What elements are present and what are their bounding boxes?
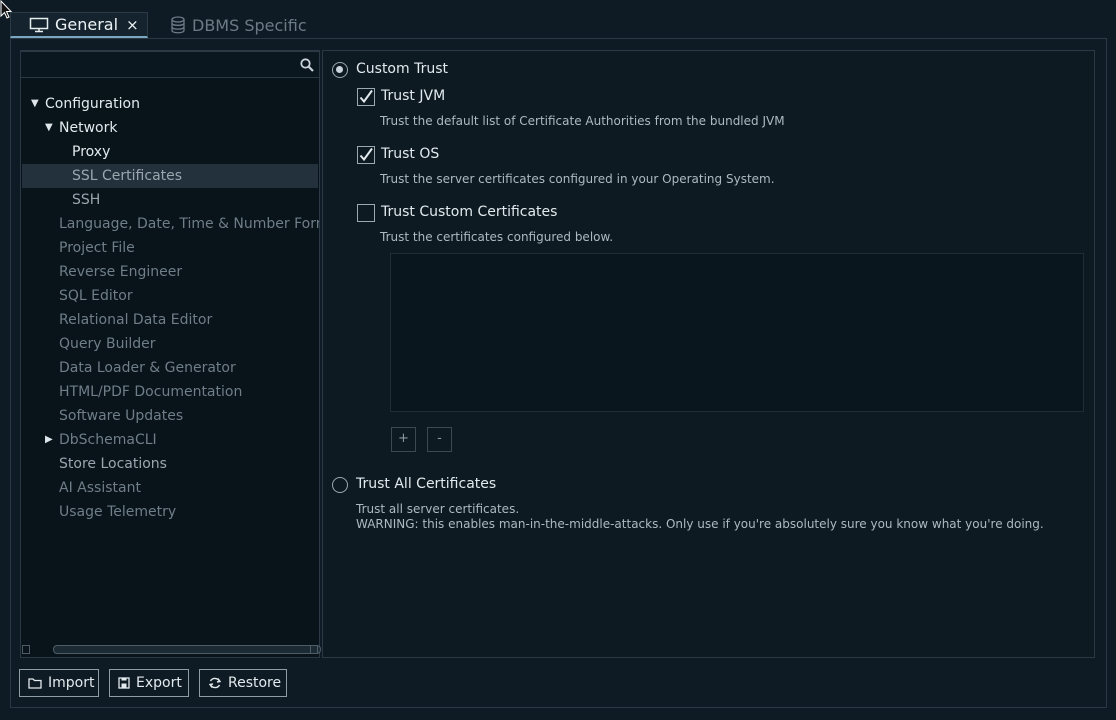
trust-all-warning: WARNING: this enables man-in-the-middle-… [356, 517, 1044, 531]
tree-item-configuration[interactable]: Configuration [45, 92, 140, 116]
expand-triangle-icon[interactable]: ▼ [45, 122, 53, 133]
checkmark-icon [359, 89, 373, 104]
trust-jvm-label: Trust JVM [381, 88, 446, 104]
trust-all-label: Trust All Certificates [356, 476, 497, 492]
database-icon [171, 16, 185, 34]
monitor-icon [29, 17, 49, 32]
trust-jvm-checkbox[interactable] [357, 88, 375, 106]
tree-item-language[interactable]: Language, Date, Time & Number Formats [59, 212, 319, 236]
import-button[interactable]: Import [19, 669, 99, 697]
restore-label: Restore [228, 675, 282, 691]
tree-item-sql-editor[interactable]: SQL Editor [59, 284, 133, 308]
tree-item-software-updates[interactable]: Software Updates [59, 404, 183, 428]
add-certificate-button[interactable]: + [391, 427, 416, 452]
custom-trust-label: Custom Trust [356, 61, 448, 77]
search-input[interactable] [20, 51, 320, 78]
collapse-triangle-icon[interactable]: ▶ [45, 434, 53, 445]
folder-icon [28, 678, 42, 689]
trust-custom-description: Trust the certificates configured below. [380, 230, 614, 244]
tree-item-query-builder[interactable]: Query Builder [59, 332, 156, 356]
tab-general[interactable]: General × [10, 12, 148, 38]
custom-certificates-list[interactable] [390, 253, 1084, 412]
tree-item-reverse-engineer[interactable]: Reverse Engineer [59, 260, 182, 284]
trust-jvm-description: Trust the default list of Certificate Au… [380, 114, 785, 128]
tree-item-ssh[interactable]: SSH [72, 188, 100, 212]
tab-dbms-specific[interactable]: DBMS Specific [170, 12, 307, 38]
trust-os-checkbox[interactable] [357, 146, 375, 164]
tree-item-project-file[interactable]: Project File [59, 236, 135, 260]
tree-item-relational-data-editor[interactable]: Relational Data Editor [59, 308, 212, 332]
tab-dbms-label: DBMS Specific [192, 15, 307, 35]
trust-all-description: Trust all server certificates. [356, 502, 520, 516]
remove-certificate-button[interactable]: - [427, 427, 452, 452]
scroll-right-icon[interactable] [310, 645, 318, 654]
search-icon[interactable] [299, 57, 315, 73]
tab-general-label: General [55, 15, 119, 34]
tree-item-proxy[interactable]: Proxy [72, 140, 110, 164]
import-label: Import [48, 675, 95, 691]
tree-item-data-loader[interactable]: Data Loader & Generator [59, 356, 236, 380]
tab-bar: General × DBMS Specific [0, 0, 1116, 38]
trust-os-description: Trust the server certificates configured… [380, 172, 775, 186]
tree-item-html-pdf[interactable]: HTML/PDF Documentation [59, 380, 242, 404]
tree-item-ai-assistant[interactable]: AI Assistant [59, 476, 141, 500]
tree-item-ssl-certificates[interactable]: SSL Certificates [72, 164, 182, 188]
restore-button[interactable]: Restore [199, 669, 287, 697]
tree-horizontal-scrollbar[interactable] [20, 643, 321, 657]
refresh-icon [208, 677, 222, 689]
trust-os-label: Trust OS [381, 146, 440, 162]
expand-triangle-icon[interactable]: ▼ [31, 98, 39, 109]
custom-trust-radio[interactable] [332, 62, 348, 78]
save-icon [118, 677, 130, 689]
tree-item-usage-telemetry[interactable]: Usage Telemetry [59, 500, 176, 524]
export-button[interactable]: Export [109, 669, 189, 697]
tree-item-network[interactable]: Network [59, 116, 117, 140]
export-label: Export [136, 675, 182, 691]
checkmark-icon [359, 147, 373, 162]
trust-custom-label: Trust Custom Certificates [381, 204, 558, 220]
scroll-left-icon[interactable] [22, 645, 30, 654]
tree-item-store-locations[interactable]: Store Locations [59, 452, 167, 476]
tree-item-dbschemacli[interactable]: DbSchemaCLI [59, 428, 157, 452]
scrollbar-thumb[interactable] [53, 645, 321, 654]
trust-custom-checkbox[interactable] [357, 204, 375, 222]
tab-close-icon[interactable]: × [126, 16, 139, 34]
trust-all-radio[interactable] [332, 477, 348, 493]
